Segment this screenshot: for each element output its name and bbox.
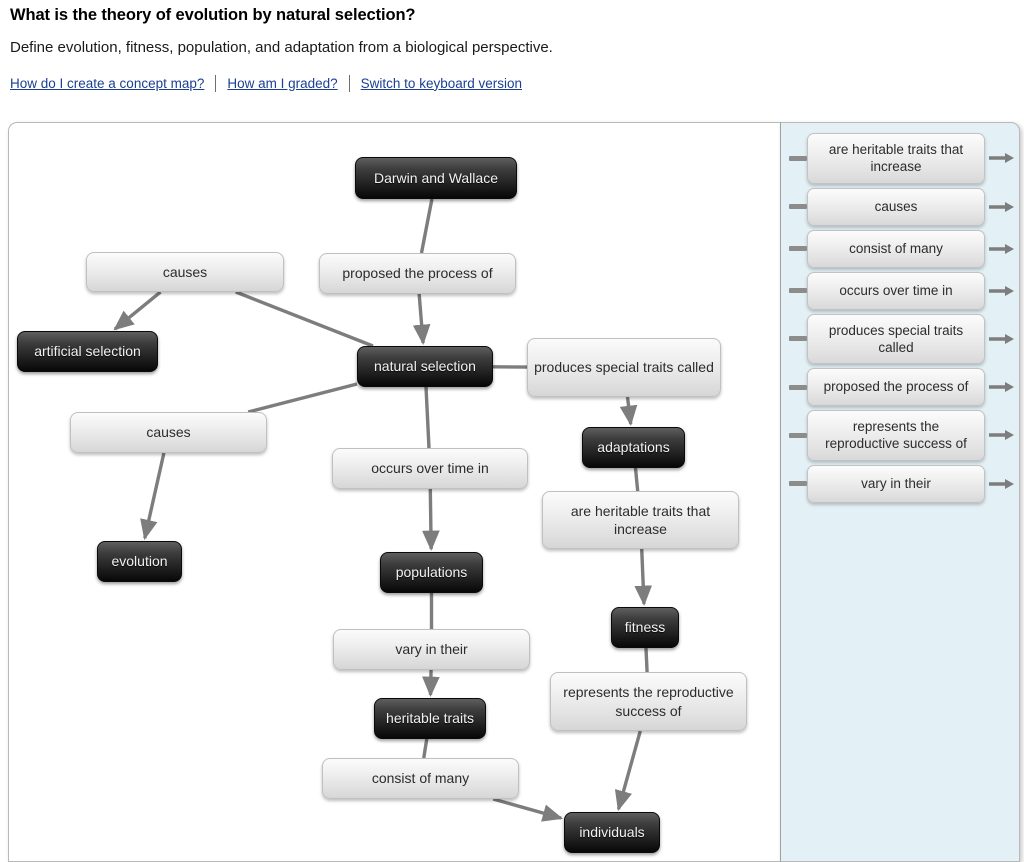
- concept-node-adaptations[interactable]: adaptations: [582, 427, 685, 468]
- concept-node-individuals[interactable]: individuals: [564, 812, 660, 853]
- connector-fitness-to-represents-success[interactable]: [646, 648, 647, 672]
- concept-node-artificial-selection[interactable]: artificial selection: [17, 331, 158, 372]
- connector-represents-success-to-individuals[interactable]: [619, 731, 641, 809]
- tray-item-label[interactable]: vary in their: [807, 465, 985, 503]
- tray-item-label[interactable]: produces special traits called: [807, 314, 985, 365]
- node-label: occurs over time in: [371, 459, 488, 477]
- connector-heritable-traits-to-consist-of-many[interactable]: [424, 739, 427, 758]
- concept-map-canvas[interactable]: Darwin and Wallace causes proposed the pro…: [8, 122, 780, 862]
- node-label: evolution: [111, 552, 167, 570]
- tray-left-dash-icon: [789, 246, 807, 251]
- page-subtitle: Define evolution, fitness, population, a…: [10, 39, 1024, 56]
- page-title: What is the theory of evolution by natur…: [10, 6, 1024, 25]
- node-label: fitness: [625, 618, 665, 636]
- concept-node-evolution[interactable]: evolution: [97, 541, 182, 582]
- tray-right-arrow-icon: [989, 429, 1015, 441]
- connector-produces-traits-to-adaptations[interactable]: [628, 397, 631, 424]
- connector-occurs-over-time-to-populations[interactable]: [430, 489, 431, 549]
- linkword-node-heritable-increase[interactable]: are heritable traits that increase: [542, 491, 739, 549]
- link-how-am-i-graded[interactable]: How am I graded?: [227, 76, 337, 91]
- connector-causes-mid-to-evolution[interactable]: [145, 453, 164, 538]
- link-how-do-i-create-a-concept-map[interactable]: How do I create a concept map?: [10, 76, 204, 91]
- connector-causes-top-to-natural-selection[interactable]: [236, 292, 373, 346]
- connector-heritable-increase-to-fitness[interactable]: [642, 549, 644, 604]
- connector-vary-in-their-to-heritable-traits[interactable]: [431, 670, 432, 695]
- linkword-node-consist-of-many[interactable]: consist of many: [322, 758, 519, 799]
- connector-causes-top-to-artificial-selection[interactable]: [115, 292, 161, 329]
- tray-item-label[interactable]: represents the reproductive success of: [807, 410, 985, 461]
- page-header: What is the theory of evolution by natur…: [0, 0, 1024, 92]
- linkword-node-proposed[interactable]: proposed the process of: [319, 253, 516, 294]
- node-label: individuals: [579, 823, 644, 841]
- link-word-list: are heritable traits that increase causes…: [781, 133, 1020, 507]
- tray-right-arrow-icon: [989, 152, 1015, 164]
- canvas-inner: Darwin and Wallace causes proposed the pro…: [9, 123, 780, 862]
- tray-right-arrow-icon: [989, 478, 1015, 490]
- tray-right-arrow-icon: [989, 285, 1015, 297]
- link-separator: [349, 75, 350, 92]
- concept-node-heritable-traits[interactable]: heritable traits: [374, 698, 486, 739]
- tray-left-dash-icon: [789, 385, 807, 390]
- tray-right-arrow-icon: [989, 333, 1015, 345]
- node-label: are heritable traits that increase: [543, 502, 738, 538]
- tray-item-consist-of-many[interactable]: consist of many: [781, 230, 1020, 268]
- node-label: causes: [146, 423, 190, 441]
- connector-proposed-to-natural-selection[interactable]: [419, 294, 423, 343]
- tray-left-dash-icon: [789, 156, 807, 161]
- help-links-bar: How do I create a concept map? How am I …: [10, 74, 1024, 92]
- node-label: vary in their: [395, 640, 467, 658]
- node-label: proposed the process of: [342, 264, 492, 282]
- node-label: heritable traits: [386, 709, 474, 727]
- linkword-node-occurs-over-time[interactable]: occurs over time in: [332, 448, 528, 489]
- linkword-node-vary-in-their[interactable]: vary in their: [333, 629, 530, 670]
- link-separator: [215, 75, 216, 92]
- node-label: adaptations: [597, 438, 669, 456]
- linkword-node-represents-success[interactable]: represents the reproductive success of: [550, 672, 747, 731]
- node-label: consist of many: [372, 769, 469, 787]
- tray-item-produces-special-traits-called[interactable]: produces special traits called: [781, 314, 1020, 365]
- tray-item-label[interactable]: consist of many: [807, 230, 985, 268]
- node-label: represents the reproductive success of: [551, 683, 746, 719]
- linkword-node-causes-mid[interactable]: causes: [70, 412, 267, 453]
- concept-node-darwin[interactable]: Darwin and Wallace: [355, 157, 517, 199]
- node-label: populations: [396, 563, 468, 581]
- tray-item-vary-in-their[interactable]: vary in their: [781, 465, 1020, 503]
- tray-item-label[interactable]: occurs over time in: [807, 272, 985, 310]
- concept-node-natural-selection[interactable]: natural selection: [357, 346, 493, 387]
- concept-map-workspace: Darwin and Wallace causes proposed the pro…: [8, 122, 1020, 862]
- concept-node-populations[interactable]: populations: [380, 552, 483, 593]
- connector-consist-of-many-to-individuals[interactable]: [493, 799, 561, 818]
- tray-item-causes[interactable]: causes: [781, 188, 1020, 226]
- linkword-node-produces-traits[interactable]: produces special traits called: [527, 338, 721, 397]
- tray-left-dash-icon: [789, 204, 807, 209]
- tray-left-dash-icon: [789, 288, 807, 293]
- node-label: causes: [163, 263, 207, 281]
- node-label: natural selection: [374, 357, 476, 375]
- tray-left-dash-icon: [789, 481, 807, 486]
- tray-item-proposed-the-process-of[interactable]: proposed the process of: [781, 368, 1020, 406]
- tray-item-are-heritable-traits-that-increase[interactable]: are heritable traits that increase: [781, 133, 1020, 184]
- node-label: produces special traits called: [534, 358, 714, 376]
- concept-node-fitness[interactable]: fitness: [611, 607, 679, 648]
- node-label: Darwin and Wallace: [374, 169, 498, 187]
- connector-natural-selection-to-causes-mid[interactable]: [248, 384, 357, 412]
- node-label: artificial selection: [34, 342, 141, 360]
- connector-darwin-to-proposed[interactable]: [421, 199, 431, 253]
- tray-item-label[interactable]: proposed the process of: [807, 368, 985, 406]
- tray-item-label[interactable]: are heritable traits that increase: [807, 133, 985, 184]
- tray-item-occurs-over-time-in[interactable]: occurs over time in: [781, 272, 1020, 310]
- link-word-tray[interactable]: are heritable traits that increase causes…: [780, 122, 1020, 862]
- tray-right-arrow-icon: [989, 381, 1015, 393]
- tray-right-arrow-icon: [989, 243, 1015, 255]
- connector-adaptations-to-heritable-increase[interactable]: [635, 468, 637, 491]
- tray-item-represents-the-reproductive-success-of[interactable]: represents the reproductive success of: [781, 410, 1020, 461]
- linkword-node-causes-top[interactable]: causes: [86, 252, 284, 292]
- tray-item-label[interactable]: causes: [807, 188, 985, 226]
- link-switch-to-keyboard-version[interactable]: Switch to keyboard version: [361, 76, 522, 91]
- tray-right-arrow-icon: [989, 201, 1015, 213]
- connector-natural-selection-to-occurs-over-time[interactable]: [426, 387, 429, 448]
- tray-left-dash-icon: [789, 433, 807, 438]
- tray-left-dash-icon: [789, 336, 807, 341]
